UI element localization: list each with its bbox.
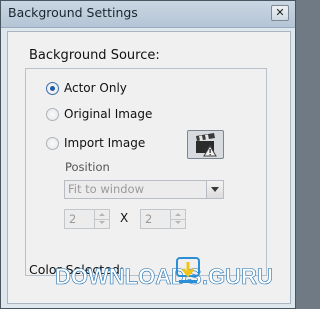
columns-stepper[interactable]: 2: [64, 209, 110, 229]
watermark-suffix: .GURU: [202, 264, 273, 289]
rows-down-button[interactable]: [171, 219, 185, 228]
downloads-guru-watermark: DOWNLOADS .GURU: [55, 254, 295, 298]
radio-import-image[interactable]: [46, 137, 59, 150]
radio-actor-only[interactable]: [46, 82, 59, 95]
close-button[interactable]: ✕: [271, 5, 289, 21]
background-settings-window: Background Settings ✕ Background Source:…: [0, 0, 296, 309]
rows-value: 2: [145, 212, 153, 226]
radio-original-image[interactable]: [46, 108, 59, 121]
background-source-heading: Background Source:: [29, 48, 160, 63]
radio-original-image-label[interactable]: Original Image: [64, 107, 152, 121]
watermark-logo: DOWNLOADS .GURU: [55, 257, 273, 289]
position-label: Position: [65, 160, 110, 174]
chevron-down-icon[interactable]: [206, 181, 223, 198]
radio-import-image-label[interactable]: Import Image: [64, 136, 145, 150]
position-mode-value: Fit to window: [68, 182, 144, 196]
import-image-button[interactable]: [187, 130, 224, 159]
background-source-group: [25, 68, 267, 276]
position-mode-select[interactable]: Fit to window: [64, 180, 224, 199]
title-bar[interactable]: Background Settings ✕: [1, 1, 295, 28]
grid-separator: X: [120, 211, 129, 225]
columns-down-button[interactable]: [95, 219, 109, 228]
close-icon: ✕: [275, 6, 285, 19]
rows-stepper[interactable]: 2: [140, 209, 186, 229]
radio-actor-only-label[interactable]: Actor Only: [64, 81, 127, 95]
window-title: Background Settings: [8, 5, 138, 20]
clapperboard-warning-icon: [196, 133, 217, 157]
columns-value: 2: [69, 212, 77, 226]
rows-stepper-buttons: [170, 210, 185, 228]
columns-stepper-buttons: [94, 210, 109, 228]
